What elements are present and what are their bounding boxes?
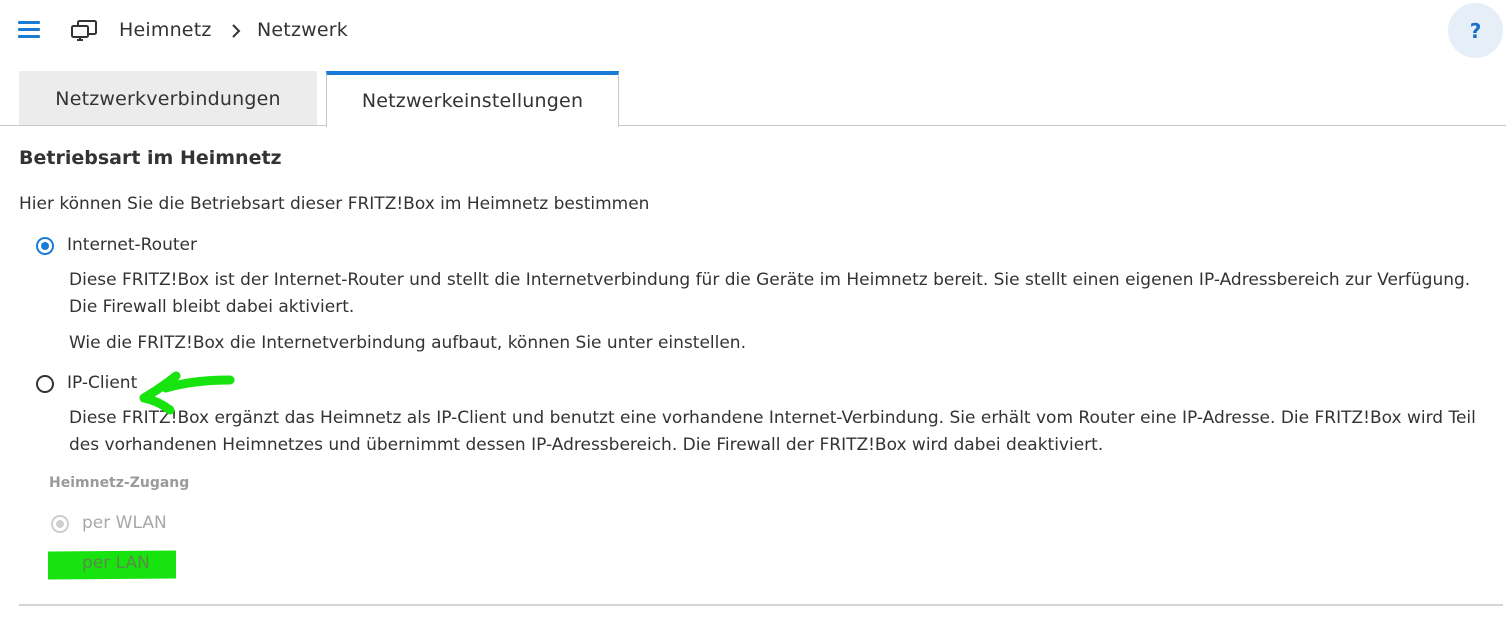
radio-per-wlan[interactable] [51, 515, 69, 533]
breadcrumb-heimnetz[interactable]: Heimnetz [119, 19, 212, 41]
internet-router-label[interactable]: Internet-Router [67, 235, 197, 255]
section-intro: Hier können Sie die Betriebsart dieser F… [19, 194, 650, 214]
ip-client-description: Diese FRITZ!Box ergänzt das Heimnetz als… [69, 408, 1476, 455]
tab-netzwerkverbindungen[interactable]: Netzwerkverbindungen [19, 71, 317, 125]
section-title: Betriebsart im Heimnetz [19, 147, 282, 169]
ip-client-label[interactable]: IP-Client [67, 373, 137, 393]
per-wlan-label: per WLAN [82, 513, 167, 533]
radio-internet-router[interactable] [36, 237, 54, 255]
menu-icon[interactable] [18, 21, 40, 39]
breadcrumb-netzwerk: Netzwerk [257, 19, 348, 41]
top-bar: Heimnetz Netzwerk ? [0, 0, 1506, 64]
section-divider [19, 604, 1503, 606]
radio-ip-client[interactable] [36, 375, 54, 393]
arrow-annotation-icon [139, 371, 235, 415]
help-button[interactable]: ? [1448, 3, 1503, 58]
tab-netzwerkeinstellungen[interactable]: Netzwerkeinstellungen [326, 71, 619, 127]
tab-divider [0, 125, 1506, 126]
internet-router-note: Wie die FRITZ!Box die Internetverbindung… [69, 333, 746, 353]
per-lan-label[interactable]: per LAN [82, 553, 150, 573]
heimnetz-zugang-heading: Heimnetz-Zugang [49, 475, 190, 491]
network-monitor-icon [71, 20, 97, 41]
chevron-right-icon [232, 24, 241, 38]
internet-router-description: Diese FRITZ!Box ist der Internet-Router … [69, 270, 1471, 317]
